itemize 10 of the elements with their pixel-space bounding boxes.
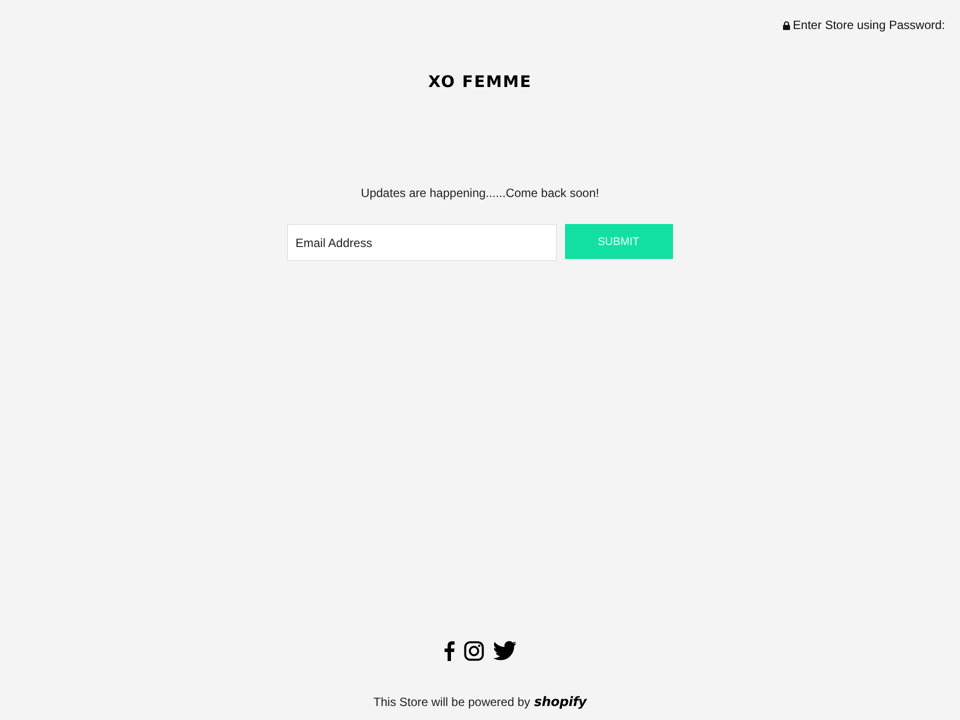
instagram-icon[interactable] <box>464 641 484 661</box>
password-link[interactable]: Enter Store using Password: <box>782 14 945 36</box>
facebook-icon[interactable] <box>443 641 456 661</box>
email-field[interactable]: Email Address <box>286 224 556 261</box>
twitter-icon[interactable] <box>493 641 517 661</box>
lock-icon <box>782 20 790 30</box>
platform-logo[interactable]: shopify <box>534 695 587 710</box>
footer-text: This Store will be powered by <box>373 695 530 709</box>
store-title: XO FEMME <box>428 72 532 91</box>
status-message: Updates are happening......Come back soon! <box>360 186 600 200</box>
